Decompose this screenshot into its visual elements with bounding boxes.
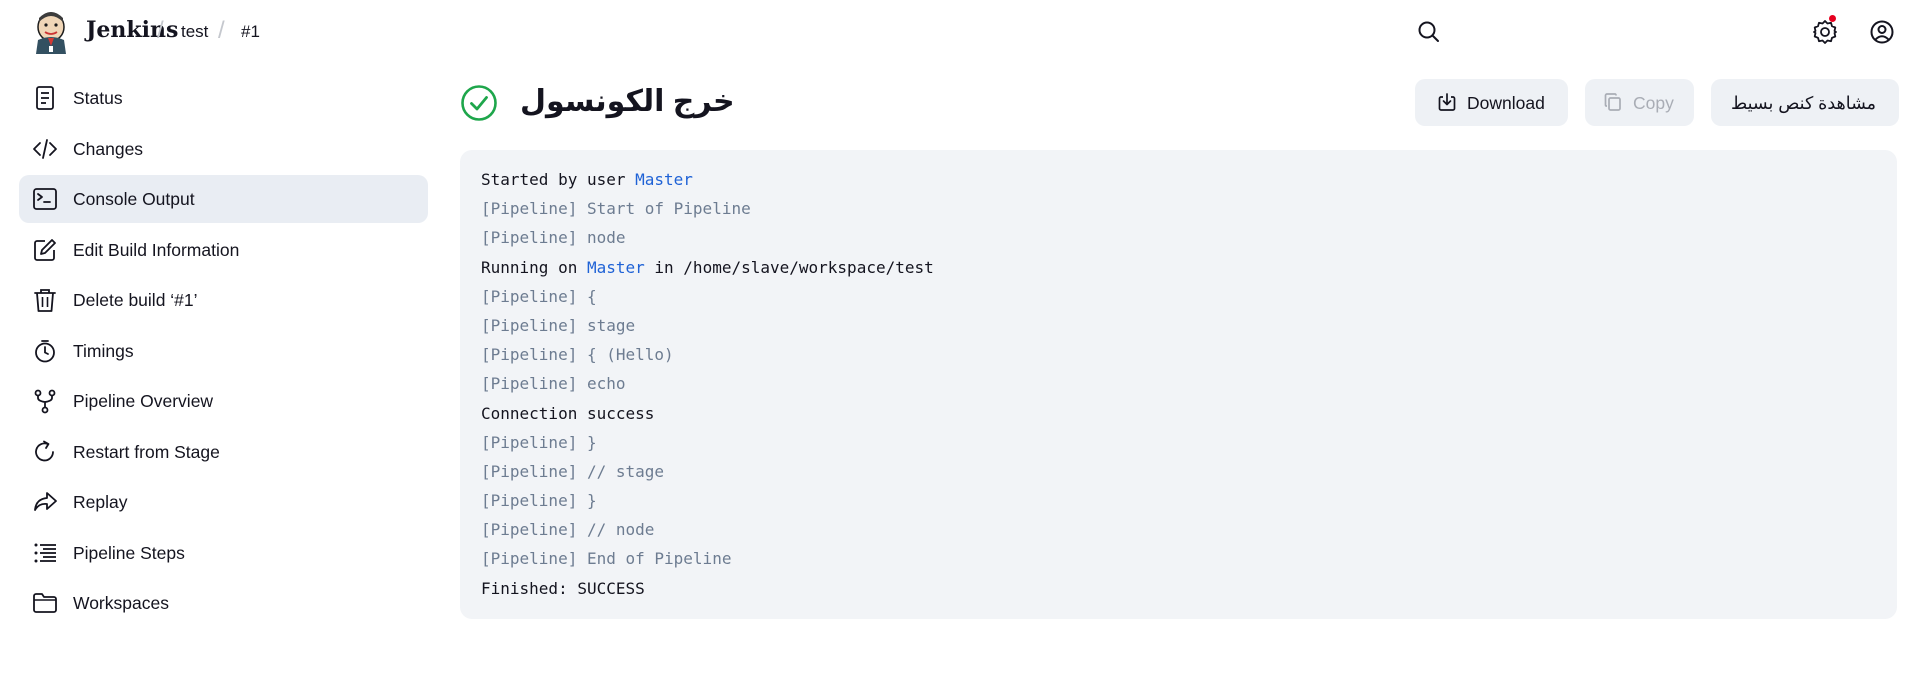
copy-button[interactable]: Copy [1585,79,1694,126]
download-icon [1437,92,1457,112]
status-icon [32,85,58,111]
console-text: Running on [481,257,587,277]
page-title: خرج الكونسول [520,85,735,118]
copy-icon [1603,92,1623,112]
branch-icon [32,388,58,414]
settings-icon[interactable] [1811,18,1839,46]
sidebar-item-workspaces[interactable]: Workspaces [19,579,428,627]
view-as-plain-text-button[interactable]: مشاهدة كنص بسيط [1711,79,1899,126]
console-lines: Started by user Master [Pipeline] Start … [481,169,934,607]
breadcrumb-job[interactable]: test [181,22,208,42]
download-button[interactable]: Download [1415,79,1568,126]
console-line: [Pipeline] Start of Pipeline [481,199,751,219]
success-check-icon [460,84,498,122]
trash-icon [32,287,58,313]
code-icon [32,136,58,162]
console-text: Started by user [481,170,636,189]
console-line: [Pipeline] stage [481,315,636,335]
sidebar-item-label: Restart from Stage [73,441,220,462]
copy-label: Copy [1633,93,1674,113]
sidebar-item-changes[interactable]: Changes [19,125,428,173]
sidebar-item-label: Replay [73,492,128,512]
breadcrumb-separator: / [218,17,225,44]
account-icon[interactable] [1868,18,1896,46]
console-line: Started by user Master [481,169,934,198]
folder-icon [32,590,58,616]
stopwatch-icon [32,338,58,364]
sidebar-item-label: Status [73,88,123,108]
sidebar-item-pipeline-steps[interactable]: Pipeline Steps [19,529,428,577]
sidebar-item-label: Timings [73,340,134,361]
top-bar: Jenkins / test / #1 [0,0,1919,64]
search-icon[interactable] [1415,18,1443,46]
user-link[interactable]: Master [635,170,693,189]
console-line: [Pipeline] { [481,286,597,306]
sidebar-item-label: Pipeline Steps [73,542,185,563]
console-line: [Pipeline] // node [481,520,655,540]
console-text: in /home/slave/workspace/test [644,257,934,277]
console-line: Finished: SUCCESS [481,578,645,598]
list-icon [32,540,58,566]
console-line: Connection success [481,403,655,423]
breadcrumb-build[interactable]: #1 [241,22,260,42]
terminal-icon [32,186,58,212]
sidebar-item-restart-from-stage[interactable]: Restart from Stage [19,428,428,476]
console-line: [Pipeline] End of Pipeline [481,549,732,569]
sidebar-item-edit-build-information[interactable]: Edit Build Information [19,226,428,274]
jenkins-logo-icon[interactable] [33,10,69,54]
view-as-plain-text-label: مشاهدة كنص بسيط [1731,93,1877,113]
console-line: [Pipeline] { (Hello) [481,345,674,365]
console-line: [Pipeline] } [481,432,597,452]
download-label: Download [1467,93,1545,113]
console-line: [Pipeline] node [481,228,626,248]
notification-dot [1829,15,1836,22]
sidebar-item-label: Console Output [73,189,195,209]
sidebar-item-label: Workspaces [73,593,169,613]
console-line: [Pipeline] } [481,491,597,511]
console-line: Running on Master in /home/slave/workspa… [481,257,934,286]
node-link[interactable]: Master [587,258,645,277]
edit-icon [32,237,58,263]
replay-icon [32,489,58,515]
console-line: [Pipeline] // stage [481,461,665,481]
console-line: [Pipeline] echo [481,374,626,394]
sidebar-item-label: Pipeline Overview [73,391,214,411]
sidebar-item-label: Delete build ‘#1’ [73,290,198,310]
sidebar-item-replay[interactable]: Replay [19,478,428,526]
sidebar-item-label: Changes [73,138,144,159]
sidebar-item-timings[interactable]: Timings [19,327,428,375]
breadcrumb-separator: / [157,17,164,44]
sidebar-item-delete-build[interactable]: Delete build ‘#1’ [19,276,428,324]
restart-icon [32,439,58,465]
sidebar-item-status[interactable]: Status [19,74,428,122]
brand-name[interactable]: Jenkins [86,17,178,43]
console-output-panel[interactable]: Started by user Master [Pipeline] Start … [460,150,1897,619]
sidebar-item-pipeline-overview[interactable]: Pipeline Overview [19,377,428,425]
sidebar-item-label: Edit Build Information [73,239,240,260]
sidebar-item-console-output[interactable]: Console Output [19,175,428,223]
sidebar: Status Changes Console Output Edit Build… [19,74,428,630]
